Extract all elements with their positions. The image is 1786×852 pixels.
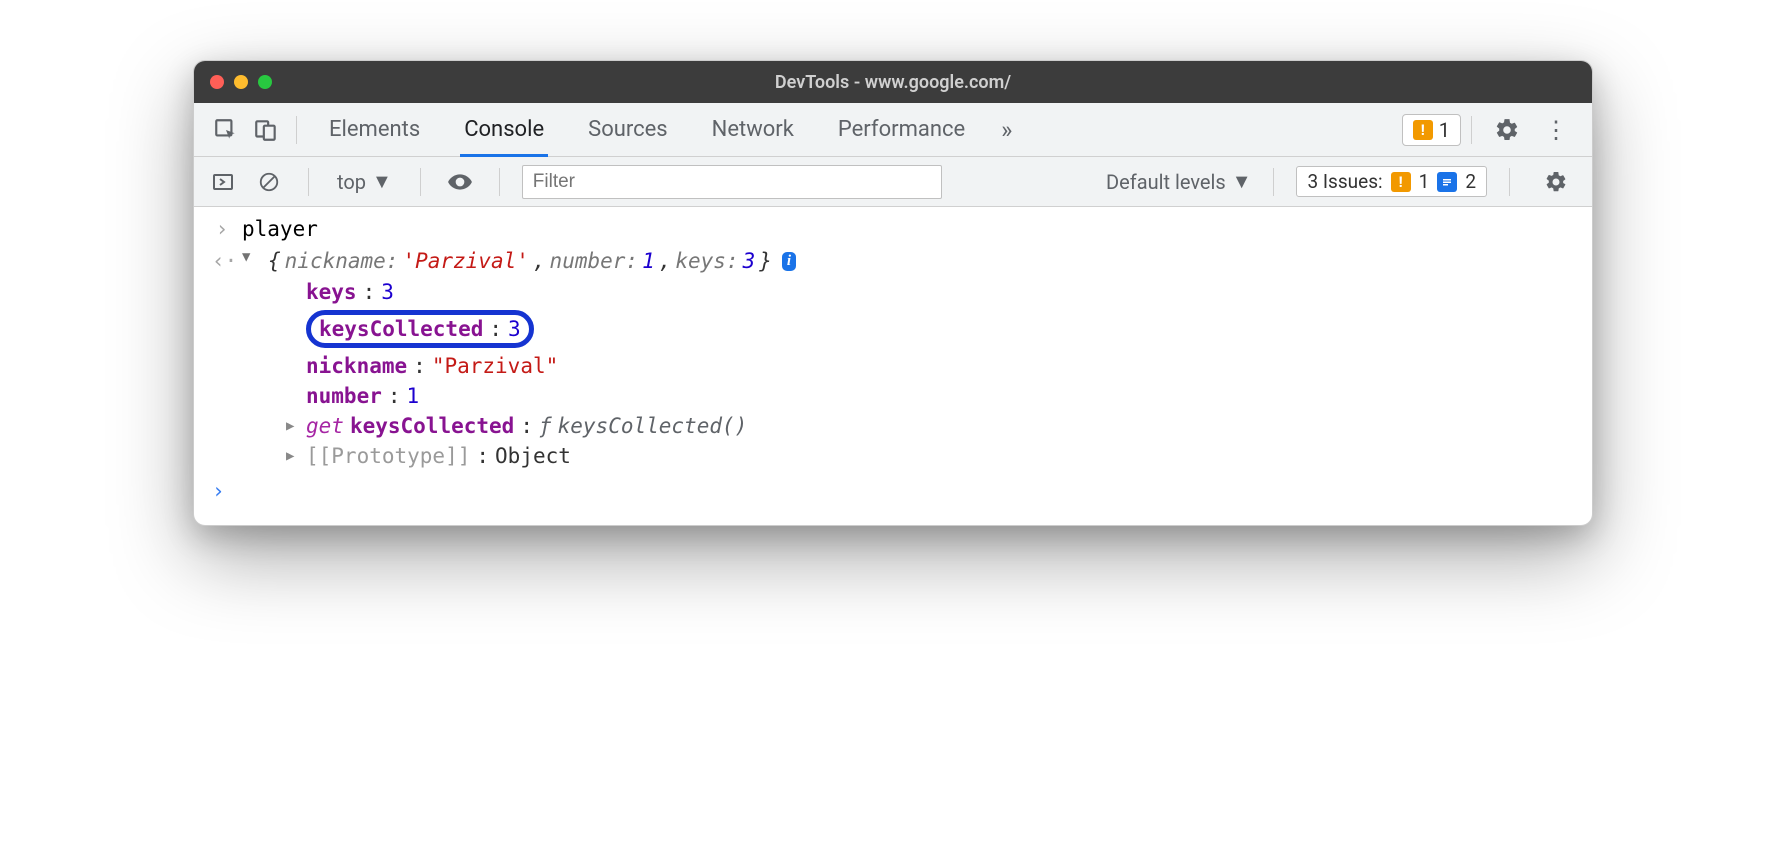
prop-key-nickname: nickname: [306, 354, 407, 378]
console-settings-gear-icon[interactable]: [1532, 170, 1580, 194]
minimize-window-button[interactable]: [234, 75, 248, 89]
prop-val-number: 1: [407, 384, 420, 408]
info-badge-icon[interactable]: i: [782, 252, 796, 271]
tab-sources[interactable]: Sources: [566, 103, 690, 157]
log-levels-select[interactable]: Default levels ▼: [1106, 169, 1251, 194]
info-icon: [1437, 172, 1457, 192]
property-row-prototype: ▶ [[Prototype]]: Object: [286, 441, 1592, 471]
prop-val-keys: 3: [381, 280, 394, 304]
console-prompt[interactable]: ›: [194, 471, 1592, 511]
separator: [1471, 116, 1472, 144]
input-chevron-icon: ›: [212, 217, 232, 241]
console-input-echo: › player: [194, 213, 1592, 245]
issues-summary[interactable]: 3 Issues: ! 1 2: [1296, 166, 1487, 197]
maximize-window-button[interactable]: [258, 75, 272, 89]
toggle-console-sidebar-icon[interactable]: [206, 170, 240, 194]
execution-context-select[interactable]: top ▼: [331, 169, 398, 194]
expand-toggle[interactable]: ▼: [242, 249, 258, 265]
expand-toggle[interactable]: ▶: [286, 448, 300, 464]
settings-gear-icon[interactable]: [1482, 117, 1532, 143]
object-summary[interactable]: { nickname: 'Parzival', number: 1, keys:…: [268, 249, 796, 273]
chevron-down-icon: ▼: [372, 169, 392, 194]
titlebar: DevTools - www.google.com/: [194, 61, 1592, 103]
prop-val-nickname: "Parzival": [432, 354, 558, 378]
separator: [1273, 168, 1274, 196]
prop-key-number: number: [306, 384, 382, 408]
more-options-icon[interactable]: ⋮: [1532, 116, 1580, 144]
tab-elements[interactable]: Elements: [307, 103, 442, 157]
issues-label: 3 Issues:: [1307, 170, 1382, 193]
property-row-getter: ▶ get keysCollected: ƒ keysCollected(): [286, 411, 1592, 441]
filter-input[interactable]: [522, 165, 942, 199]
console-input-text: player: [242, 217, 318, 241]
highlight-annotation: keysCollected: 3: [306, 310, 534, 348]
top-issues-badge[interactable]: ! 1: [1402, 114, 1461, 146]
separator: [296, 116, 297, 144]
console-output-row: ‹· ▼ { nickname: 'Parzival', number: 1, …: [194, 245, 1592, 277]
more-tabs-button[interactable]: »: [987, 116, 1026, 144]
prop-key-keys: keys: [306, 280, 357, 304]
property-row-highlighted: keysCollected: 3: [286, 307, 1592, 351]
separator: [499, 168, 500, 196]
separator: [308, 168, 309, 196]
prop-key-keyscollected: keysCollected: [319, 317, 483, 341]
prop-val-prototype: Object: [495, 444, 571, 468]
prompt-chevron-icon: ›: [212, 479, 225, 503]
expand-toggle[interactable]: ▶: [286, 418, 300, 434]
property-row: number: 1: [286, 381, 1592, 411]
clear-console-icon[interactable]: [252, 171, 286, 193]
tab-console[interactable]: Console: [442, 103, 566, 157]
window-title: DevTools - www.google.com/: [194, 72, 1592, 93]
console-output: › player ‹· ▼ { nickname: 'Parzival', nu…: [194, 207, 1592, 525]
tab-performance[interactable]: Performance: [816, 103, 987, 157]
object-properties: keys: 3 keysCollected: 3 nickname: "Parz…: [194, 277, 1592, 471]
device-toolbar-icon[interactable]: [246, 110, 286, 150]
live-expression-eye-icon[interactable]: [443, 169, 477, 195]
separator: [420, 168, 421, 196]
property-row: keys: 3: [286, 277, 1592, 307]
warning-icon: !: [1391, 172, 1411, 192]
issues-info-count: 2: [1465, 170, 1476, 193]
tab-network[interactable]: Network: [690, 103, 816, 157]
prop-key-prototype: [[Prototype]]: [306, 444, 470, 468]
chevron-down-icon: ▼: [1232, 169, 1252, 194]
output-chevron-icon: ‹·: [212, 249, 232, 273]
warning-icon: !: [1413, 120, 1433, 140]
prop-val-keyscollected: 3: [508, 317, 521, 341]
devtools-window: DevTools - www.google.com/ Elements Cons…: [193, 60, 1593, 526]
issues-warn-count: 1: [1419, 170, 1430, 193]
console-toolbar: top ▼ Default levels ▼ 3 Issues: ! 1 2: [194, 157, 1592, 207]
tab-bar: Elements Console Sources Network Perform…: [194, 103, 1592, 157]
inspect-element-icon[interactable]: [206, 110, 246, 150]
traffic-lights: [210, 75, 272, 89]
close-window-button[interactable]: [210, 75, 224, 89]
separator: [1509, 168, 1510, 196]
property-row: nickname: "Parzival": [286, 351, 1592, 381]
top-issues-count: 1: [1439, 118, 1450, 142]
